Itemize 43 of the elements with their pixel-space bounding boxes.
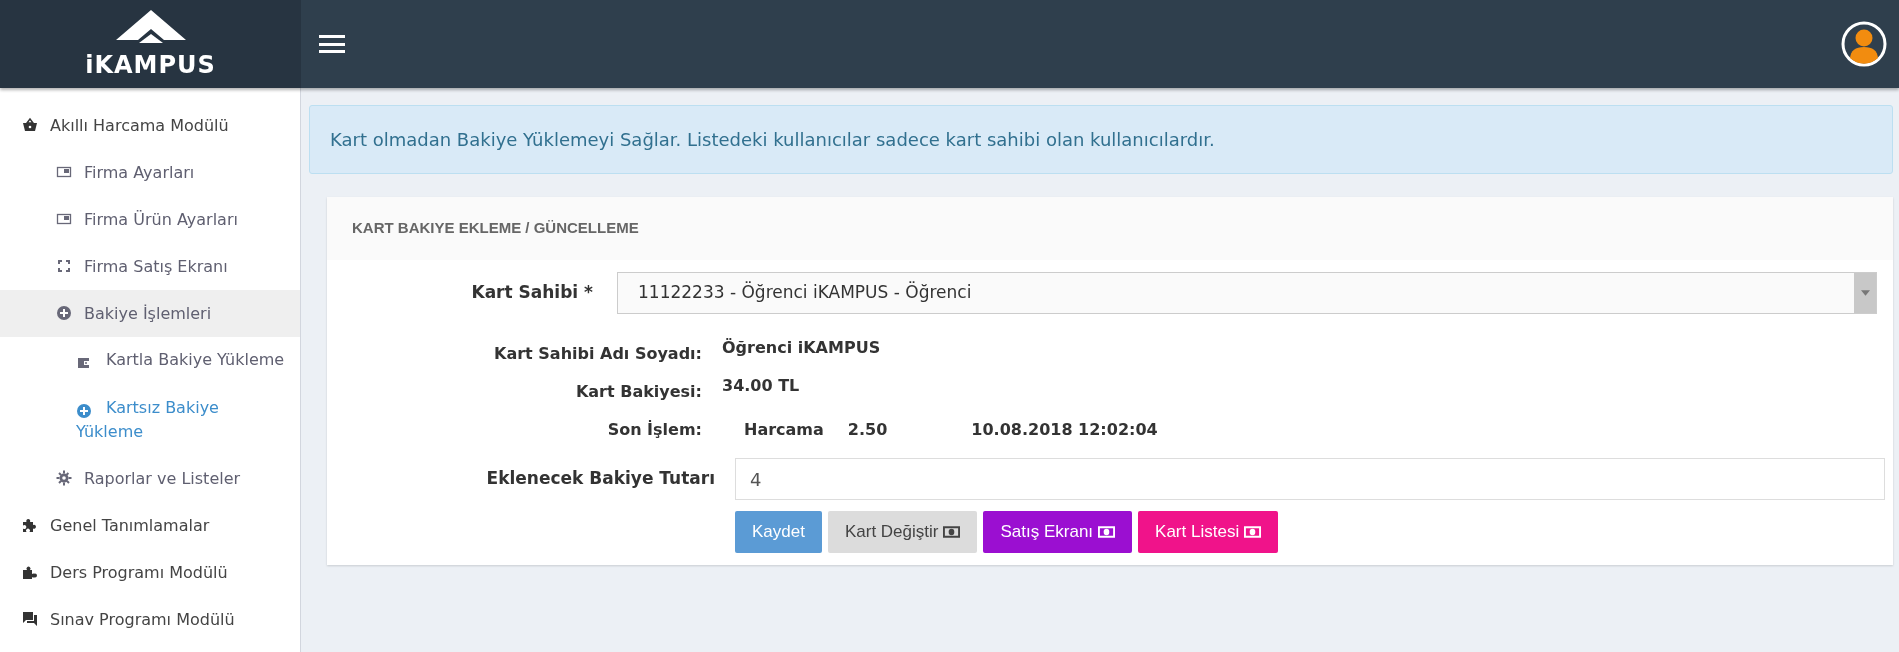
menu-button[interactable]	[319, 33, 345, 55]
brand-name: iKAMPUS	[85, 52, 216, 78]
action-button[interactable]: Satış Ekranı	[983, 511, 1133, 553]
plus-circle-icon	[56, 305, 72, 321]
sidebar-item[interactable]: Kartsız Bakiye Yükleme	[0, 385, 300, 455]
info-value: 2.50	[847, 419, 888, 441]
info-label: Kart Sahibi Adı Soyadı:	[493, 343, 703, 365]
info-label: Son İşlem:	[606, 419, 703, 441]
field-label: Kart Sahibi *	[470, 281, 594, 305]
window-icon	[56, 164, 72, 180]
sidebar-item[interactable]: Bakiye İşlemleri	[0, 290, 300, 337]
basket-icon	[22, 117, 38, 133]
sidebar-item[interactable]: Genel Tanımlamalar	[0, 502, 300, 549]
action-button[interactable]: Kart Listesi	[1138, 511, 1279, 553]
sidebar-item[interactable]: Sınav Programı Modülü	[0, 596, 300, 643]
expand-icon	[56, 258, 72, 274]
window-icon	[56, 211, 72, 227]
plus-circle-icon	[76, 402, 92, 419]
sidebar-item[interactable]: Ders Programı Modülü	[0, 549, 300, 596]
info-value: Harcama	[744, 419, 824, 441]
action-button[interactable]: Kart Değiştir	[827, 511, 978, 553]
user-avatar-icon[interactable]	[1841, 21, 1887, 67]
dropdown-arrow-icon	[1860, 290, 1870, 296]
info-alert: Kart olmadan Bakiye Yüklemeyi Sağlar. Listedeki kullanıcılar sadece kart sahibi olan kullanıcılardır.	[309, 105, 1893, 174]
sidebar-item[interactable]: Raporlar ve Listeler	[0, 455, 300, 502]
sidebar-item[interactable]: Firma Ürün Ayarları	[0, 196, 300, 243]
chat-icon	[22, 611, 38, 627]
info-label: Kart Bakiyesi:	[574, 381, 703, 403]
sidebar-item[interactable]: Kartla Bakiye Yükleme	[0, 337, 300, 385]
gear-icon	[56, 470, 72, 486]
info-value: Öğrenci iKAMPUS	[722, 337, 881, 359]
amount-input[interactable]: 4	[735, 458, 1885, 500]
sidebar-item[interactable]: Akıllı Harcama Modülü	[0, 102, 300, 149]
sidebar-item[interactable]: Firma Satış Ekranı	[0, 243, 300, 290]
field-label: Eklenecek Bakiye Tutarı	[485, 467, 716, 491]
card-owner-select[interactable]: 11122233 - Öğrenci iKAMPUS - Öğrenci	[617, 272, 1877, 314]
panel-title: KART BAKIYE EKLEME / GÜNCELLEME	[352, 218, 639, 239]
puzzle-icon	[22, 564, 38, 580]
info-value: 34.00 TL	[722, 375, 800, 397]
sidebar-item[interactable]: Firma Ayarları	[0, 149, 300, 196]
info-value: 10.08.2018 12:02:04	[971, 419, 1158, 441]
puzzle-icon	[22, 517, 38, 533]
logo-panel[interactable]: iKAMPUS	[0, 0, 301, 88]
